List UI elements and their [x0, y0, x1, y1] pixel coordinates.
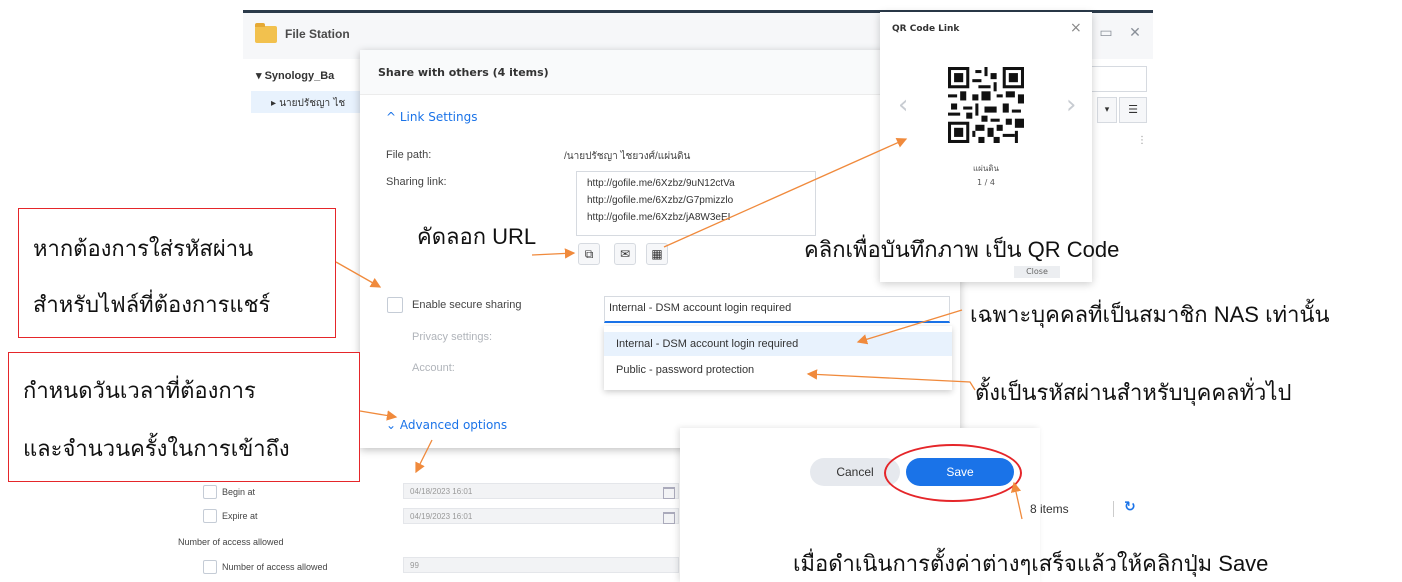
annotation-arrows: [335, 137, 1023, 520]
